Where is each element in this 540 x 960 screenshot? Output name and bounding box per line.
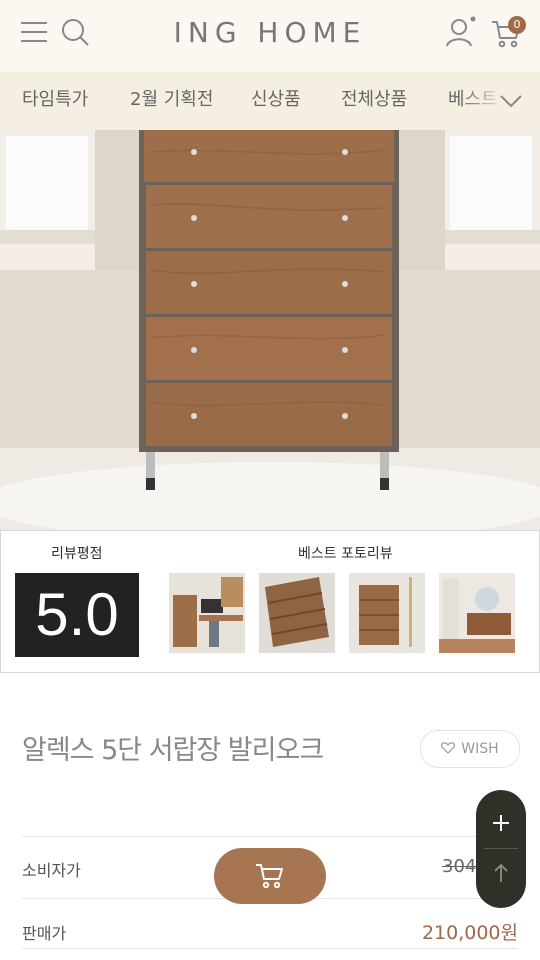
sale-price-value: 210,000원 <box>421 922 518 944</box>
cart-icon <box>256 864 283 889</box>
sale-price-label: 판매가 <box>22 924 67 943</box>
nav-item-february-promo[interactable]: 2월 기획전 <box>130 72 213 130</box>
dresser-illustration <box>0 130 540 530</box>
nav-item-new[interactable]: 신상품 <box>251 72 301 130</box>
wish-label: WISH <box>461 741 499 757</box>
cart-count-badge: 0 <box>508 16 526 34</box>
arrow-up-icon[interactable] <box>491 862 511 884</box>
rating-score: 5.0 <box>15 573 139 657</box>
nav-item-time-sale[interactable]: 타임특가 <box>22 72 88 130</box>
plus-icon[interactable] <box>490 812 512 834</box>
product-title: 알렉스 5단 서랍장 발리오크 <box>22 735 324 766</box>
divider <box>22 948 518 949</box>
category-nav: 타임특가 2월 기획전 신상품 전체상품 베스트 <box>0 72 540 130</box>
floating-quick-menu <box>476 790 526 908</box>
consumer-price-value: 304 <box>442 856 477 877</box>
nav-item-all[interactable]: 전체상품 <box>341 72 407 130</box>
photo-review-thumbnail[interactable] <box>349 573 425 653</box>
user-icon[interactable] <box>444 16 476 48</box>
divider <box>22 836 518 837</box>
photo-review-thumbnail[interactable] <box>169 573 245 653</box>
photo-review-thumbnail[interactable] <box>259 573 335 653</box>
add-to-cart-button[interactable] <box>214 848 326 904</box>
product-main-image[interactable] <box>0 130 540 530</box>
wish-button[interactable]: WISH <box>420 730 520 768</box>
review-summary: 리뷰평점 5.0 베스트 포토리뷰 <box>0 530 540 673</box>
chevron-down-icon[interactable] <box>498 88 524 114</box>
heart-icon <box>441 742 456 754</box>
photo-review-thumbnail[interactable] <box>439 573 515 653</box>
rating-label: 리뷰평점 <box>51 546 103 562</box>
header: ING HOME 0 <box>0 0 540 72</box>
divider <box>484 848 518 849</box>
consumer-price-label: 소비자가 <box>22 861 81 880</box>
best-photo-review-label: 베스트 포토리뷰 <box>298 546 393 562</box>
